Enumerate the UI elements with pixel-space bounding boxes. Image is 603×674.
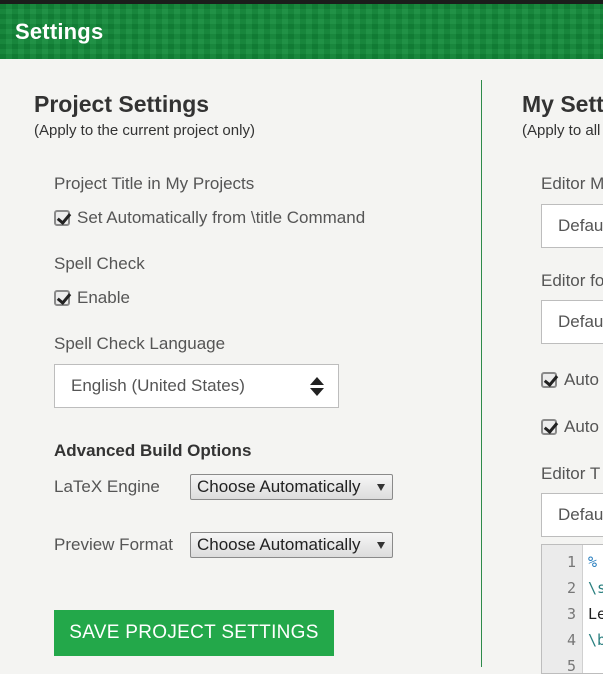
- page-title: Settings: [15, 19, 104, 44]
- latex-engine-label: LaTeX Engine: [54, 477, 160, 496]
- line-number: 1: [566, 553, 576, 571]
- dropdown-arrow-icon: [377, 484, 385, 491]
- editor-theme-label: Editor T: [541, 464, 601, 483]
- auto-option-1-label: Auto: [564, 370, 599, 389]
- code-line: \s: [588, 579, 603, 597]
- editor-mode-select[interactable]: Defau: [541, 204, 603, 248]
- line-number: 3: [566, 605, 576, 623]
- spell-check-checkbox[interactable]: [54, 290, 70, 306]
- spell-check-checkbox-row[interactable]: Enable: [54, 288, 130, 308]
- editor-font-value: Defau: [558, 312, 603, 331]
- editor-mode-value: Defau: [558, 216, 603, 235]
- preview-format-select[interactable]: Choose Automatically: [190, 532, 393, 558]
- spell-check-checkbox-label: Enable: [77, 288, 130, 307]
- save-project-settings-button[interactable]: SAVE PROJECT SETTINGS: [54, 610, 334, 656]
- latex-engine-value: Choose Automatically: [197, 477, 361, 496]
- spell-language-select[interactable]: English (United States): [54, 364, 339, 408]
- line-number: 2: [566, 579, 576, 597]
- project-settings-subtitle: (Apply to the current project only): [34, 122, 255, 139]
- editor-font-select[interactable]: Defau: [541, 300, 603, 344]
- theme-preview-code: 1 % 2 \s 3 Le 4 \b 5: [541, 544, 603, 674]
- header-bar: Settings: [0, 0, 603, 59]
- auto-option-1-row[interactable]: Auto: [541, 370, 599, 390]
- auto-option-2-row[interactable]: Auto: [541, 417, 599, 437]
- line-number: 5: [566, 657, 576, 674]
- auto-title-checkbox-label: Set Automatically from \title Command: [77, 208, 366, 227]
- auto-option-1-checkbox[interactable]: [541, 372, 557, 388]
- auto-option-2-checkbox[interactable]: [541, 419, 557, 435]
- column-divider: [481, 80, 482, 667]
- latex-engine-select[interactable]: Choose Automatically: [190, 474, 393, 500]
- auto-title-checkbox-row[interactable]: Set Automatically from \title Command: [54, 208, 365, 228]
- select-arrows-icon: [310, 377, 324, 397]
- editor-mode-label: Editor M: [541, 174, 603, 193]
- my-settings-subtitle: (Apply to all: [522, 122, 601, 139]
- code-line: Le: [588, 605, 603, 623]
- dropdown-arrow-icon: [377, 542, 385, 549]
- auto-option-2-label: Auto: [564, 417, 599, 436]
- editor-theme-value: Defau: [558, 505, 603, 524]
- project-settings-heading: Project Settings: [34, 91, 210, 117]
- preview-format-value: Choose Automatically: [197, 535, 361, 554]
- code-line: \b: [588, 631, 603, 649]
- my-settings-heading: My Sett: [522, 91, 603, 117]
- spell-language-label: Spell Check Language: [54, 334, 226, 353]
- editor-theme-select[interactable]: Defau: [541, 493, 603, 537]
- spell-language-value: English (United States): [71, 376, 245, 395]
- auto-title-checkbox[interactable]: [54, 210, 70, 226]
- line-number: 4: [566, 631, 576, 649]
- editor-font-label: Editor fo: [541, 271, 603, 290]
- spell-check-label: Spell Check: [54, 254, 145, 273]
- advanced-build-heading: Advanced Build Options: [54, 441, 252, 460]
- project-title-label: Project Title in My Projects: [54, 174, 255, 193]
- preview-format-label: Preview Format: [54, 535, 174, 554]
- code-line: %: [588, 553, 598, 571]
